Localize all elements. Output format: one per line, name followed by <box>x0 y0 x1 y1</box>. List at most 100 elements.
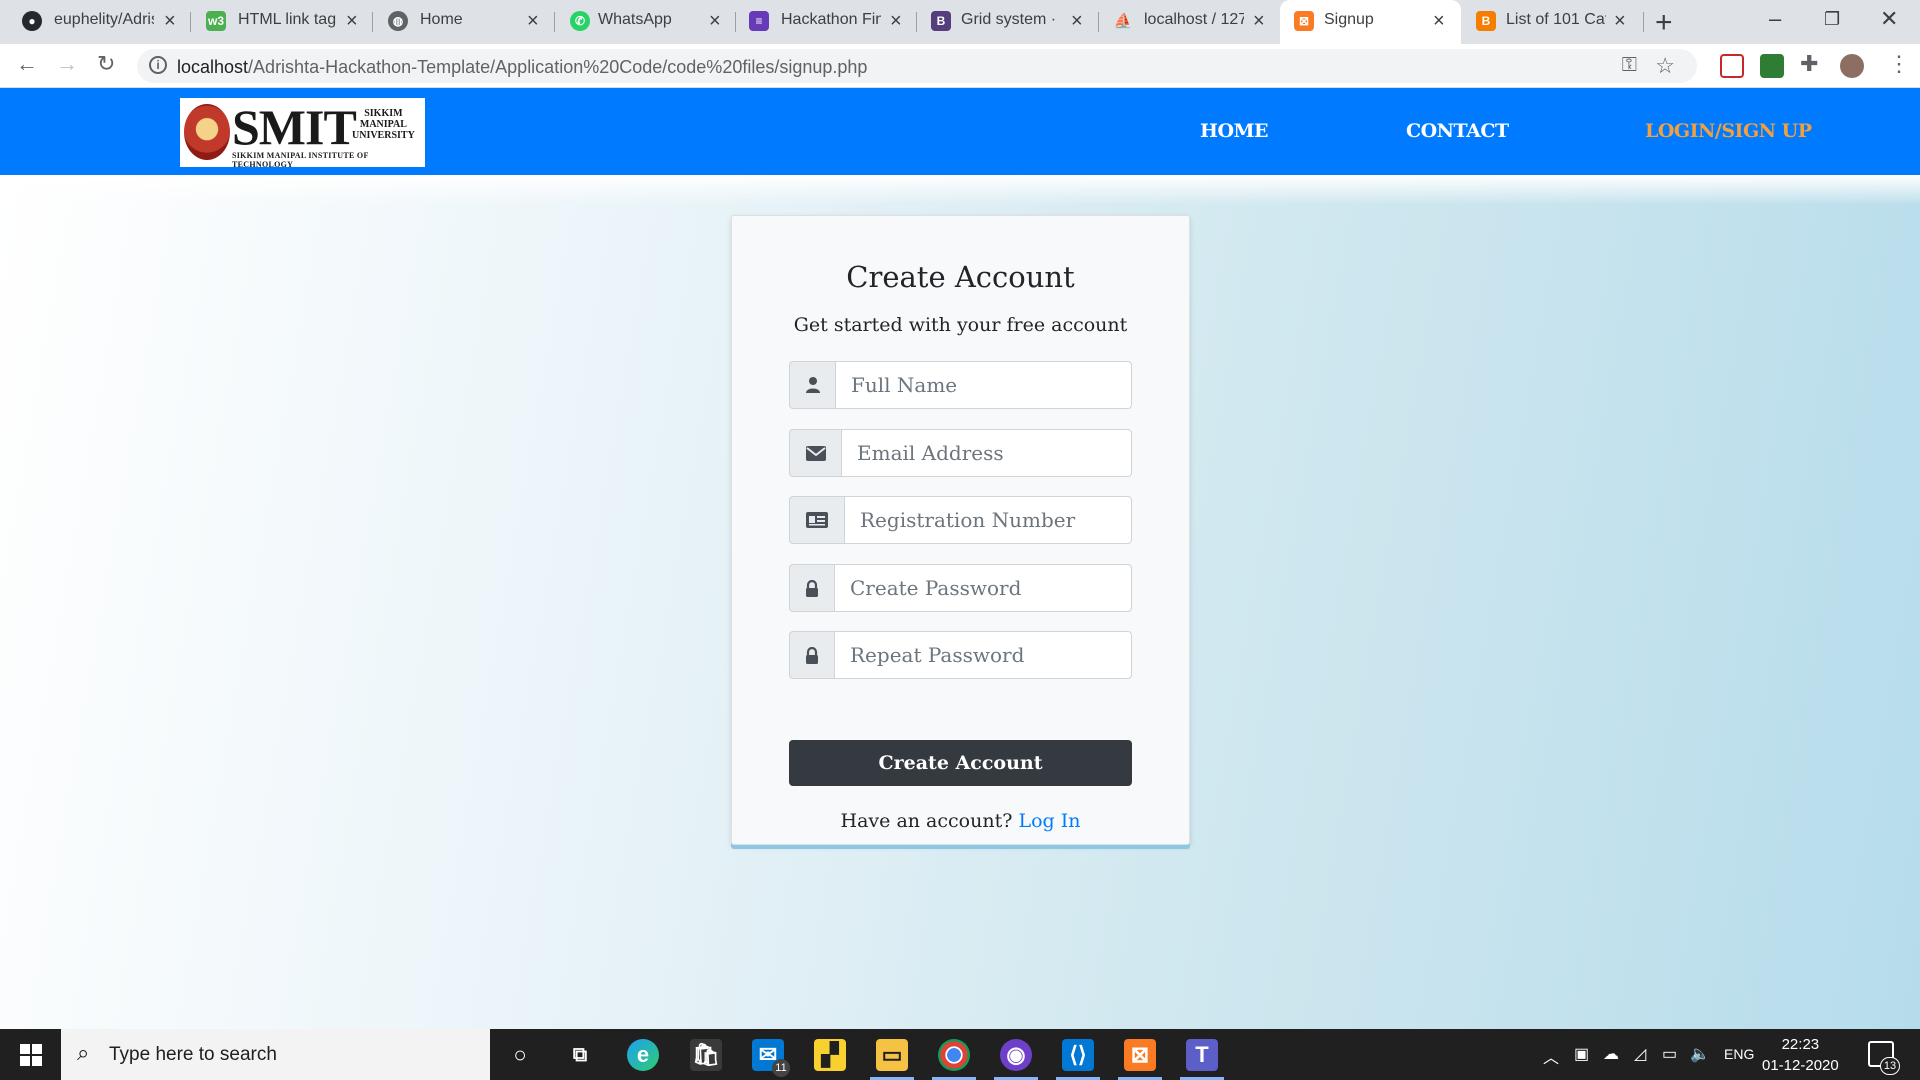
close-tab-icon[interactable]: × <box>346 10 358 33</box>
form-title: Create Account <box>846 260 1075 294</box>
url-text[interactable]: localhost/Adrishta-Hackathon-Template/Ap… <box>177 57 867 78</box>
globe-icon: ◍ <box>388 11 408 31</box>
w3schools-icon: w3 <box>206 11 226 31</box>
store-icon[interactable]: 🛍 <box>690 1039 722 1071</box>
close-tab-icon[interactable]: × <box>1614 10 1626 33</box>
vscode-icon[interactable]: ⟨⟩ <box>1062 1039 1094 1071</box>
windows-start-icon[interactable] <box>20 1044 42 1066</box>
logo-institute: SIKKIM MANIPAL INSTITUTE OF TECHNOLOGY <box>232 151 369 169</box>
close-tab-icon[interactable]: × <box>890 10 902 33</box>
close-tab-icon[interactable]: × <box>1253 10 1265 33</box>
tab-bootstrap[interactable]: B Grid system · B × <box>916 0 1097 44</box>
create-account-button[interactable]: Create Account <box>789 740 1132 786</box>
signup-card: Create Account Get started with your fre… <box>731 215 1190 845</box>
edge-icon[interactable]: e <box>627 1039 659 1071</box>
tab-title: Signup <box>1324 11 1374 28</box>
teams-icon[interactable]: T <box>1186 1039 1218 1071</box>
notification-count-badge: 13 <box>1880 1057 1900 1075</box>
logo-university: SIKKIM MANIPAL UNIVERSITY <box>352 108 415 141</box>
tab-title: Grid system · B <box>961 11 1061 28</box>
tab-github[interactable]: ● euphelity/Adris × <box>0 0 190 44</box>
tab-whatsapp[interactable]: ✆ WhatsApp × <box>554 0 735 44</box>
file-explorer-icon[interactable]: ▭ <box>876 1039 908 1071</box>
create-password-input[interactable] <box>834 564 1132 612</box>
repeat-password-input[interactable] <box>834 631 1132 679</box>
xampp-icon: ⊠ <box>1294 11 1314 31</box>
restore-icon[interactable]: ❐ <box>1824 9 1840 30</box>
volume-icon[interactable]: 🔈 <box>1690 1044 1710 1064</box>
registration-number-input[interactable] <box>844 496 1132 544</box>
smit-logo[interactable]: SMIT SIKKIM MANIPAL UNIVERSITY SIKKIM MA… <box>180 98 425 169</box>
tab-title: List of 101 Cat <box>1506 11 1606 28</box>
lock-icon <box>789 631 834 679</box>
login-prompt: Have an account? Log In <box>732 810 1189 832</box>
close-tab-icon[interactable]: × <box>1071 10 1083 33</box>
email-input[interactable] <box>841 429 1132 477</box>
search-icon: ⌕ <box>77 1040 90 1065</box>
site-info-icon[interactable]: i <box>149 56 167 74</box>
github-desktop-icon[interactable]: ◉ <box>1000 1039 1032 1071</box>
close-tab-icon[interactable]: × <box>527 10 539 33</box>
wifi-icon[interactable]: ◿ <box>1634 1044 1646 1064</box>
full-name-input[interactable] <box>835 361 1132 409</box>
close-tab-icon[interactable]: × <box>1433 10 1445 33</box>
tab-signup[interactable]: ⊠ Signup × <box>1280 0 1461 44</box>
mail-unread-badge: 11 <box>772 1059 790 1077</box>
signup-page-background: Create Account Get started with your fre… <box>0 175 1920 1029</box>
password-key-icon[interactable]: ⚿ <box>1622 54 1637 77</box>
tab-hackathon[interactable]: ≡ Hackathon Fina × <box>735 0 916 44</box>
chrome-icon[interactable] <box>938 1039 970 1071</box>
xampp-icon[interactable]: ⊠ <box>1124 1039 1156 1071</box>
smit-emblem-icon <box>184 104 230 160</box>
new-tab-icon[interactable]: + <box>1655 6 1673 40</box>
back-icon[interactable]: ← <box>16 51 38 77</box>
news-extension-icon[interactable] <box>1760 54 1784 78</box>
tab-home[interactable]: ◍ Home × <box>372 0 553 44</box>
sticky-notes-icon[interactable]: ▞ <box>814 1039 846 1071</box>
full-name-field-group <box>789 361 1132 409</box>
nav-login-signup-link[interactable]: LOGIN/SIGN UP <box>1645 120 1812 142</box>
close-tab-icon[interactable]: × <box>709 10 721 33</box>
extensions-puzzle-icon[interactable]: ✚ <box>1800 51 1818 77</box>
battery-icon[interactable]: ▭ <box>1662 1044 1677 1064</box>
tab-title: Home <box>420 11 463 28</box>
reload-icon[interactable]: ↻ <box>97 51 115 77</box>
tab-cat-list[interactable]: B List of 101 Cat × <box>1462 0 1643 44</box>
show-hidden-icons-icon[interactable]: ︿ <box>1543 1044 1559 1068</box>
close-window-icon[interactable]: ✕ <box>1880 6 1898 32</box>
tab-phpmyadmin[interactable]: ⛵ localhost / 127. × <box>1098 0 1279 44</box>
bookmark-star-icon[interactable]: ☆ <box>1655 53 1675 79</box>
lock-icon <box>789 564 834 612</box>
login-link[interactable]: Log In <box>1018 810 1080 832</box>
tab-w3schools[interactable]: w3 HTML link tag × <box>190 0 371 44</box>
taskbar-search-placeholder: Type here to search <box>109 1044 277 1065</box>
pocket-extension-icon[interactable] <box>1720 54 1744 78</box>
logo-university-line: UNIVERSITY <box>352 130 415 141</box>
nav-contact-link[interactable]: CONTACT <box>1406 120 1509 142</box>
task-view-icon[interactable]: ⧉ <box>564 1039 596 1071</box>
password-field-group <box>789 564 1132 612</box>
registration-field-group <box>789 496 1132 544</box>
github-icon: ● <box>22 11 42 31</box>
address-bar[interactable]: i localhost/Adrishta-Hackathon-Template/… <box>137 49 1697 83</box>
nav-home-link[interactable]: HOME <box>1200 120 1269 142</box>
forms-icon: ≡ <box>749 11 769 31</box>
taskbar-search-box[interactable]: ⌕ Type here to search <box>61 1029 490 1080</box>
url-path: /Adrishta-Hackathon-Template/Application… <box>248 57 868 77</box>
close-tab-icon[interactable]: × <box>164 10 176 33</box>
minimize-icon[interactable]: – <box>1769 6 1781 32</box>
id-card-icon <box>789 496 844 544</box>
logo-university-line: SIKKIM <box>364 108 403 119</box>
forward-icon[interactable]: → <box>56 51 78 77</box>
tab-title: euphelity/Adris <box>54 11 154 28</box>
profile-avatar[interactable] <box>1840 54 1864 78</box>
onedrive-icon[interactable]: ☁ <box>1603 1044 1619 1064</box>
language-indicator[interactable]: ENG <box>1724 1046 1754 1062</box>
cortana-icon[interactable]: ○ <box>504 1039 536 1071</box>
meet-now-icon[interactable]: ▣ <box>1574 1044 1589 1064</box>
clock-time: 22:23 <box>1781 1036 1820 1053</box>
logo-name: SMIT <box>232 99 357 155</box>
taskbar-clock[interactable]: 22:23 01-12-2020 <box>1762 1034 1839 1076</box>
login-prompt-text: Have an account? <box>840 810 1013 832</box>
browser-menu-icon[interactable]: ⋮ <box>1888 51 1910 77</box>
